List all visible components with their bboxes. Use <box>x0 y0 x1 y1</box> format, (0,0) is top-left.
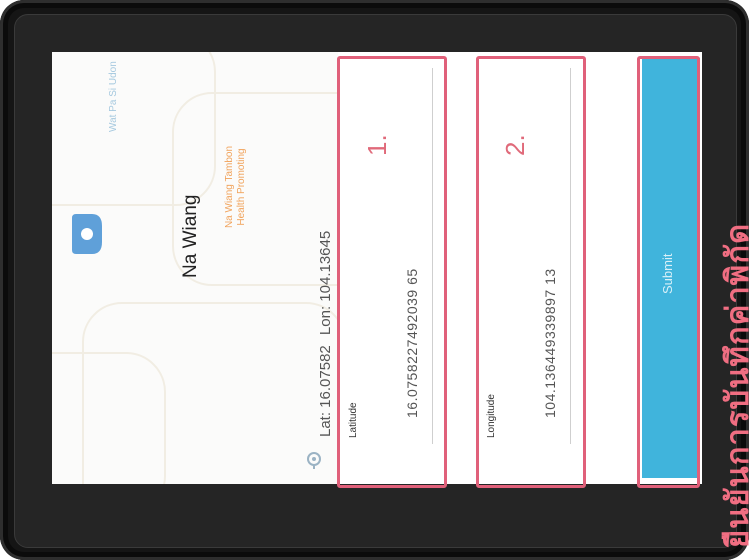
annotation-caption: ยืนยันการบันทึกค่าพิกัด <box>720 222 749 548</box>
map-view[interactable]: Wat Pa Si Udon Na Wiang Tambon Health Pr… <box>52 52 338 484</box>
map-poi-label: Wat Pa Si Udon <box>108 61 119 132</box>
map-area-label: Na Wiang Tambon Health Promoting <box>224 122 248 252</box>
place-name: Na Wiang <box>180 194 201 278</box>
location-pin-icon[interactable] <box>70 212 104 256</box>
map-area-label-line2: Health Promoting <box>236 148 247 226</box>
coordinates-readout: Lat: 16.07582 Lon: 104.13645 <box>317 225 334 437</box>
latitude-readout: Lat: 16.07582 <box>317 345 334 437</box>
longitude-readout: Lon: 104.13645 <box>317 230 334 336</box>
location-marker-icon <box>307 452 321 469</box>
annotation-box-longitude <box>476 56 586 488</box>
map-area-label-line1: Na Wiang Tambon <box>224 145 235 229</box>
annotation-box-submit <box>637 56 700 488</box>
map-road <box>52 352 166 484</box>
annotation-box-latitude <box>337 56 447 488</box>
